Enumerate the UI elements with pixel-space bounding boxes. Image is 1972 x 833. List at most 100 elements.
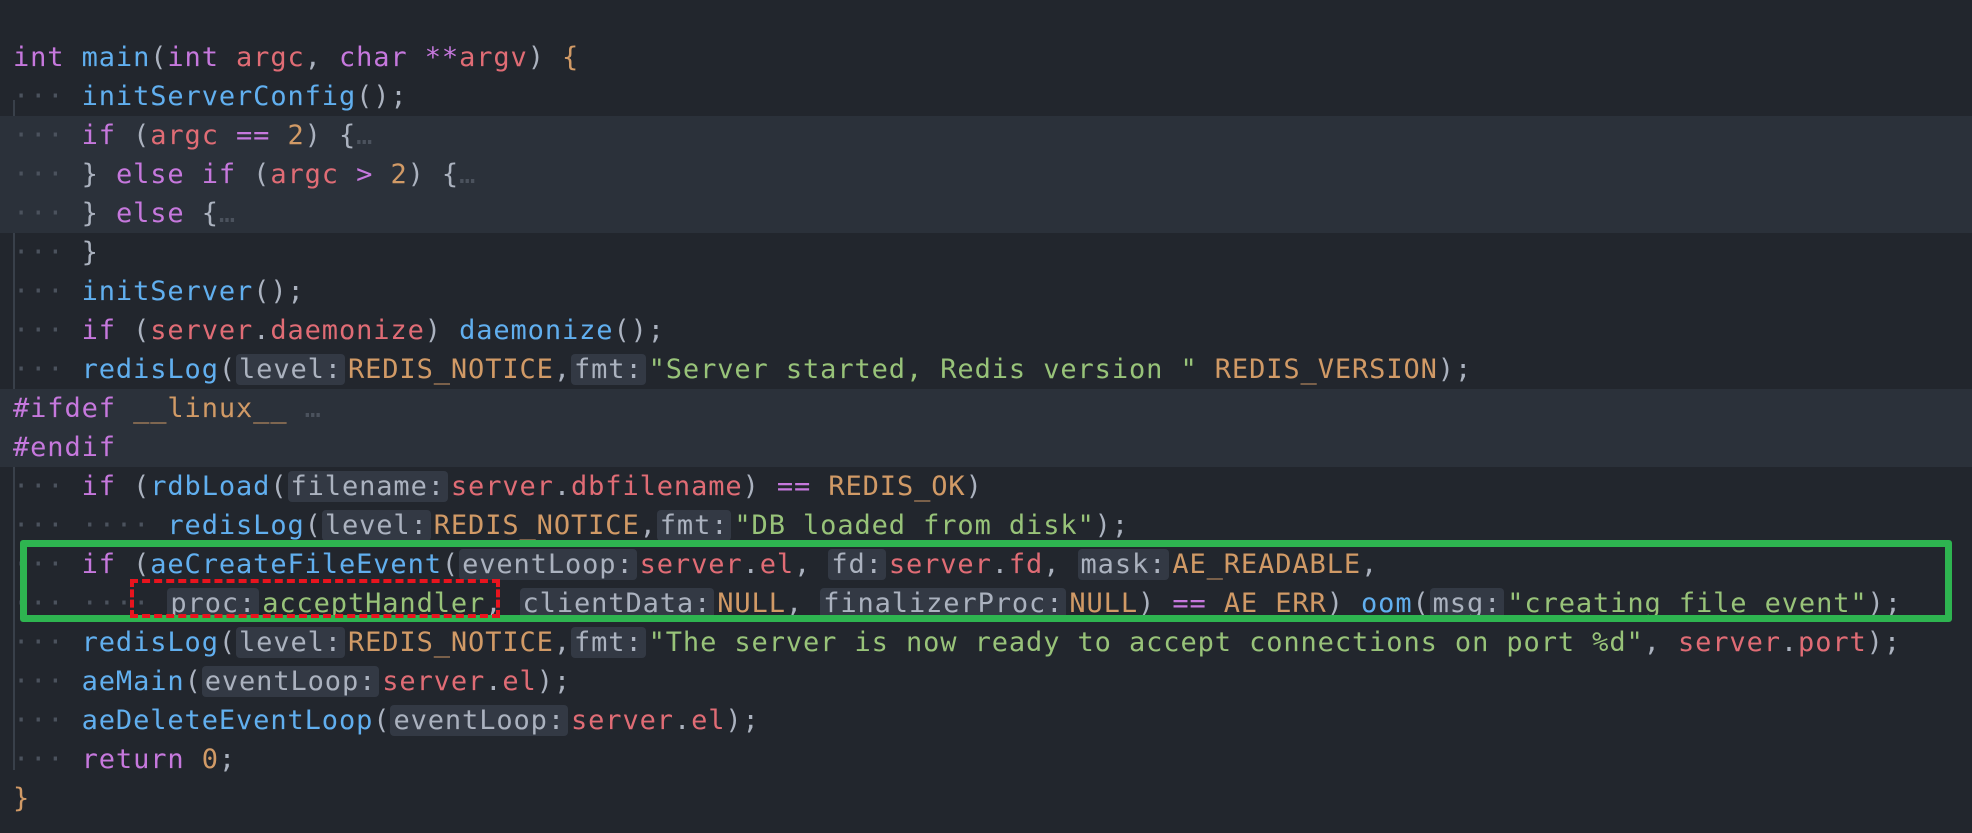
code-line[interactable]: ··· initServer(); xyxy=(0,272,1972,311)
punctuation-token: ( xyxy=(184,666,202,697)
function-token: rdbLoad xyxy=(150,471,271,502)
code-area[interactable]: int main(int argc, char **argv) {··· ini… xyxy=(0,38,1972,818)
code-line[interactable]: ··· redisLog(level: REDIS_NOTICE, fmt: "The… xyxy=(0,623,1972,662)
constant-token: 0 xyxy=(201,744,219,775)
variable-token: argc xyxy=(236,42,305,73)
punctuation-token: ); xyxy=(536,666,571,697)
punctuation-token: ); xyxy=(1866,627,1901,658)
variable-token: server xyxy=(1677,627,1781,658)
punctuation-token: ( xyxy=(304,510,322,541)
punctuation-token xyxy=(64,510,81,541)
inlay-hint: filename: xyxy=(287,471,448,502)
code-line[interactable]: } xyxy=(0,779,1972,818)
indent-marker: ··· xyxy=(13,510,65,541)
punctuation-token xyxy=(64,354,81,385)
punctuation-token: , xyxy=(304,42,339,73)
inlay-hint: level: xyxy=(321,510,431,541)
punctuation-token: . xyxy=(553,471,571,502)
code-line[interactable]: ··· aeDeleteEventLoop(eventLoop: server.e… xyxy=(0,701,1972,740)
code-line[interactable]: ··· } else {… xyxy=(0,194,1972,233)
punctuation-token: , xyxy=(639,510,657,541)
constant-token: REDIS_NOTICE xyxy=(347,354,554,385)
string-token: "The server is now ready to accept conne… xyxy=(648,627,1644,658)
code-line[interactable]: ··· } xyxy=(0,233,1972,272)
punctuation-token: ( xyxy=(270,471,288,502)
code-line[interactable]: #ifdef __linux__ … xyxy=(0,389,1972,428)
punctuation-token xyxy=(64,666,81,697)
code-line[interactable]: ··· } else if (argc > 2) {… xyxy=(0,155,1972,194)
function-token: redisLog xyxy=(81,627,219,658)
constant-token: { xyxy=(562,42,580,73)
variable-token: port xyxy=(1798,627,1867,658)
punctuation-token xyxy=(64,315,81,346)
punctuation-token xyxy=(185,159,202,190)
constant-token: 2 xyxy=(390,159,408,190)
code-line[interactable]: ··· initServerConfig(); xyxy=(0,77,1972,116)
punctuation-token: } xyxy=(64,198,116,229)
punctuation-token xyxy=(408,42,425,73)
indent-marker: ··· xyxy=(13,81,65,112)
variable-token: argc xyxy=(150,120,219,151)
punctuation-token xyxy=(64,705,81,736)
code-line[interactable]: ··· aeMain(eventLoop: server.el); xyxy=(0,662,1972,701)
variable-token: el xyxy=(502,666,537,697)
keyword-token: == xyxy=(236,120,271,151)
keyword-token: int xyxy=(13,42,65,73)
punctuation-token: (); xyxy=(613,315,665,346)
punctuation-token: ) xyxy=(527,42,562,73)
keyword-token: #endif xyxy=(13,432,116,463)
code-line[interactable]: int main(int argc, char **argv) { xyxy=(0,38,1972,77)
punctuation-token: , xyxy=(553,627,571,658)
punctuation-token: , xyxy=(1643,627,1678,658)
inlay-hint: level: xyxy=(236,354,345,385)
indent-marker: ··· xyxy=(13,744,65,775)
indent-marker[interactable]: … xyxy=(219,198,236,229)
punctuation-token: . xyxy=(1780,627,1799,658)
variable-token: server xyxy=(150,315,254,346)
punctuation-token xyxy=(64,120,81,151)
punctuation-token: ) xyxy=(965,471,983,502)
punctuation-token: ); xyxy=(1437,354,1473,385)
variable-token: argv xyxy=(459,42,528,73)
function-token: initServer xyxy=(81,276,254,307)
code-line[interactable]: #endif xyxy=(0,428,1972,467)
punctuation-token: , xyxy=(553,354,571,385)
code-line[interactable]: ··· if (rdbLoad(filename: server.dbfilena… xyxy=(0,467,1972,506)
code-line[interactable]: ··· redisLog(level: REDIS_NOTICE, fmt: "Ser… xyxy=(0,350,1972,389)
inlay-hint: eventLoop: xyxy=(390,705,568,736)
constant-token: REDIS_NOTICE xyxy=(433,510,640,541)
punctuation-token: . xyxy=(673,705,692,736)
indent-marker: ··· xyxy=(13,627,65,658)
keyword-token: else xyxy=(115,159,185,190)
indent-marker: ··· xyxy=(13,666,65,697)
punctuation-token: ( xyxy=(115,120,151,151)
indent-marker[interactable]: … xyxy=(305,393,322,424)
function-token: daemonize xyxy=(459,315,614,346)
code-line[interactable]: ··· return 0; xyxy=(0,740,1972,779)
punctuation-token: { xyxy=(184,198,219,229)
punctuation-token: . xyxy=(253,315,271,346)
punctuation-token xyxy=(219,120,236,151)
punctuation-token: . xyxy=(485,666,503,697)
punctuation-token xyxy=(339,159,356,190)
constant-token: REDIS_NOTICE xyxy=(347,627,554,658)
indent-marker: ··· xyxy=(13,315,65,346)
constant-token: REDIS_VERSION xyxy=(1214,354,1438,385)
variable-token: daemonize xyxy=(270,315,425,346)
indent-marker: ··· xyxy=(13,705,65,736)
punctuation-token xyxy=(150,510,167,541)
indent-marker[interactable]: … xyxy=(356,120,373,151)
inlay-hint: fmt: xyxy=(656,510,732,541)
punctuation-token: ( xyxy=(218,354,237,385)
inlay-hint: level: xyxy=(236,627,345,658)
punctuation-token: (); xyxy=(253,276,305,307)
code-line[interactable]: ··· if (argc == 2) {… xyxy=(0,116,1972,155)
code-line[interactable]: ··· if (server.daemonize) daemonize(); xyxy=(0,311,1972,350)
string-token: "DB loaded from disk" xyxy=(734,510,1095,541)
variable-token: server xyxy=(382,666,486,697)
indent-marker[interactable]: … xyxy=(459,159,476,190)
function-token: redisLog xyxy=(167,510,305,541)
punctuation-token: ) { xyxy=(407,159,460,190)
code-editor[interactable]: int main(int argc, char **argv) {··· ini… xyxy=(0,0,1972,833)
punctuation-token xyxy=(185,744,202,775)
